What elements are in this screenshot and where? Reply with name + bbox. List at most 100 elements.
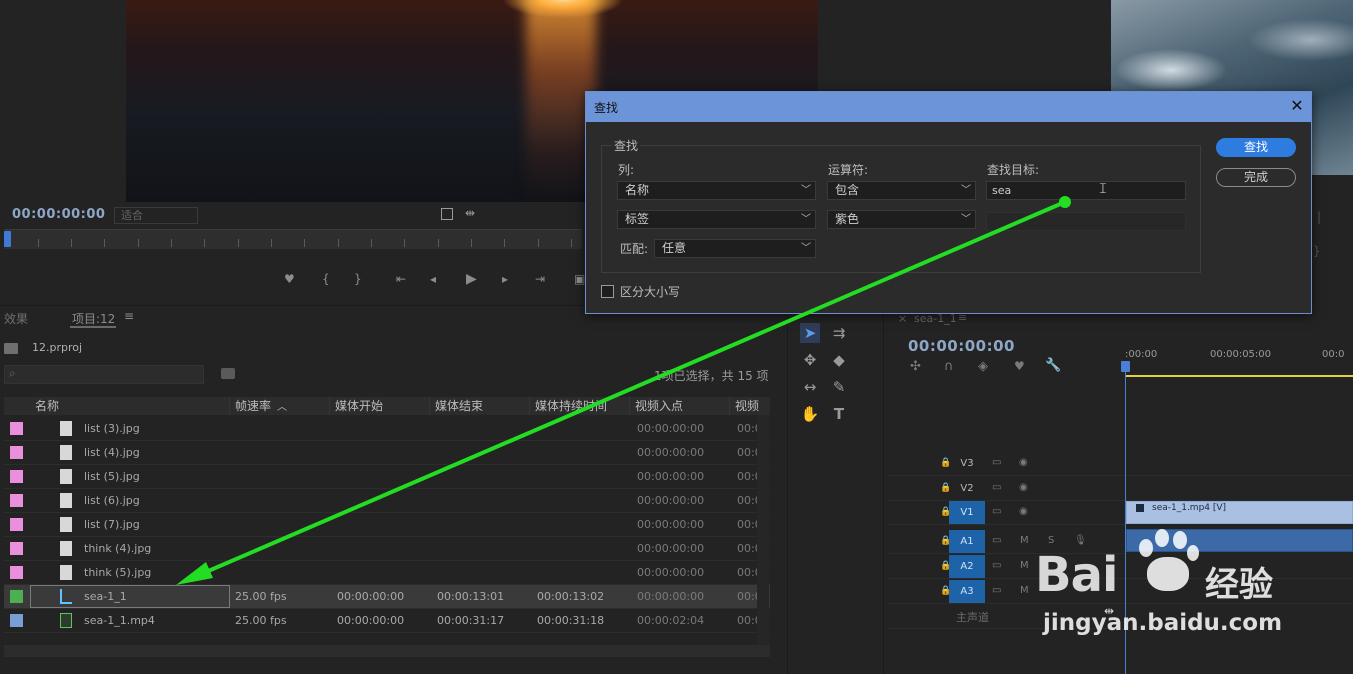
program-mark-out-icon[interactable]: } <box>1313 244 1321 258</box>
label-color-swatch[interactable] <box>10 470 23 483</box>
ripple-edit-tool-icon[interactable]: ✥ <box>800 350 820 370</box>
project-horizontal-scrollbar[interactable] <box>4 645 770 657</box>
insert-icon[interactable]: ▣ <box>574 272 585 286</box>
work-area-bar[interactable] <box>1125 375 1353 377</box>
col-header-fps[interactable]: 帧速率 ︿ <box>230 397 330 415</box>
type-tool-icon[interactable]: T <box>829 404 849 424</box>
label-color-swatch[interactable] <box>10 518 23 531</box>
sync-lock-icon[interactable]: ▭ <box>992 457 1001 468</box>
dialog-titlebar[interactable]: 查找 ✕ <box>586 92 1311 122</box>
label-color-swatch[interactable] <box>10 422 23 435</box>
project-item-row[interactable]: think (5).jpg 00:00:00:00 00:0 <box>4 561 770 585</box>
column-select-2[interactable]: 标签 ﹀ <box>617 210 816 229</box>
mark-in-icon[interactable]: { <box>322 272 330 286</box>
label-color-swatch[interactable] <box>10 614 23 627</box>
project-item-row[interactable]: sea-1_1.mp4 25.00 fps 00:00:00:00 00:00:31:… <box>4 609 770 633</box>
mute-icon[interactable]: M <box>1020 585 1029 596</box>
sync-lock-icon[interactable]: ▭ <box>992 535 1001 546</box>
play-icon[interactable]: ▶ <box>466 271 477 287</box>
go-to-in-icon[interactable]: ⇤ <box>396 272 406 286</box>
pen-tool-icon[interactable]: ✎ <box>829 377 849 397</box>
find-target-input-1[interactable]: sea <box>986 181 1186 200</box>
label-color-swatch[interactable] <box>10 590 23 603</box>
razor-tool-icon[interactable]: ◆ <box>829 350 849 370</box>
project-item-row[interactable]: list (3).jpg 00:00:00:00 00:0 <box>4 417 770 441</box>
slip-tool-icon[interactable]: ↔ <box>800 377 820 397</box>
eye-icon[interactable]: ◉ <box>1019 506 1028 517</box>
col-header-video-in[interactable]: 视频入点 <box>630 397 730 415</box>
col-header-media-end[interactable]: 媒体结束 <box>430 397 530 415</box>
hand-tool-icon[interactable]: ✋ <box>800 404 820 424</box>
column-select-1[interactable]: 名称 ﹀ <box>617 181 816 200</box>
sync-lock-icon[interactable]: ▭ <box>992 482 1001 493</box>
step-forward-icon[interactable]: ▸ <box>502 272 508 286</box>
nest-icon[interactable]: ✣ <box>910 359 921 374</box>
project-item-row[interactable]: list (5).jpg 00:00:00:00 00:0 <box>4 465 770 489</box>
track-name-v2[interactable]: V2 <box>949 477 985 500</box>
selection-tool-icon[interactable]: ➤ <box>800 323 820 343</box>
new-bin-icon[interactable] <box>221 368 235 379</box>
project-item-row[interactable]: list (4).jpg 00:00:00:00 00:0 <box>4 441 770 465</box>
wrench-icon[interactable]: 🔧 <box>1045 358 1061 373</box>
label-color-swatch[interactable] <box>10 494 23 507</box>
eye-icon[interactable]: ◉ <box>1019 457 1028 468</box>
step-back-icon[interactable]: ◂ <box>430 272 436 286</box>
tab-project[interactable]: 项目:12 <box>72 310 115 327</box>
match-select[interactable]: 任意 ﹀ <box>654 239 816 258</box>
case-sensitive-label: 区分大小写 <box>620 285 681 299</box>
label-color-swatch[interactable] <box>10 446 23 459</box>
eye-icon[interactable]: ◉ <box>1019 482 1028 493</box>
item-name: sea-1_1.mp4 <box>84 614 155 627</box>
panel-menu-icon[interactable]: ≡ <box>124 309 134 323</box>
project-vertical-scrollbar[interactable] <box>757 415 769 645</box>
project-item-row[interactable]: list (6).jpg 00:00:00:00 00:0 <box>4 489 770 513</box>
track-name-v3[interactable]: V3 <box>949 452 985 475</box>
track-name-a1[interactable]: A1 <box>949 530 985 553</box>
find-button[interactable]: 查找 <box>1216 138 1296 157</box>
close-icon[interactable]: ✕ <box>1288 96 1306 116</box>
done-button[interactable]: 完成 <box>1216 168 1296 187</box>
marker-icon[interactable]: ♥ <box>284 272 295 286</box>
timeline-playhead[interactable] <box>1121 361 1130 372</box>
case-sensitive-checkbox[interactable] <box>601 285 614 298</box>
mute-icon[interactable]: M <box>1020 560 1029 571</box>
item-media-start: 00:00:00:00 <box>337 590 405 603</box>
sync-lock-icon[interactable]: ▭ <box>992 506 1001 517</box>
track-name-v1[interactable]: V1 <box>949 501 985 524</box>
sync-lock-icon[interactable]: ▭ <box>992 585 1001 596</box>
mark-out-icon[interactable]: } <box>354 272 362 286</box>
mute-icon[interactable]: M <box>1020 535 1029 546</box>
project-item-row[interactable]: list (7).jpg 00:00:00:00 00:0 <box>4 513 770 537</box>
track-lane-v2[interactable] <box>1126 477 1353 501</box>
col-header-name[interactable]: 名称 <box>30 397 230 415</box>
timeline-timecode[interactable]: 00:00:00:00 <box>908 337 1015 355</box>
target-label: 查找目标: <box>987 163 1040 177</box>
track-select-tool-icon[interactable]: ⇉ <box>829 323 849 343</box>
source-time-ruler[interactable] <box>4 229 582 249</box>
watermark-url: jingyan.baidu.com <box>1043 610 1283 636</box>
tab-effects[interactable]: 效果 <box>4 310 28 327</box>
drag-icon[interactable]: ⇹ <box>465 206 475 220</box>
label-color-swatch[interactable] <box>10 566 23 579</box>
image-file-icon <box>60 565 72 580</box>
add-marker-icon[interactable]: ♥ <box>1014 359 1025 373</box>
col-header-video-out[interactable]: 视频出 <box>730 397 770 415</box>
sync-lock-icon[interactable]: ▭ <box>992 560 1001 571</box>
linked-selection-icon[interactable]: ◈ <box>978 359 988 374</box>
col-header-media-duration[interactable]: 媒体持续时间 <box>530 397 630 415</box>
source-playhead[interactable] <box>4 231 11 247</box>
track-name-a2[interactable]: A2 <box>949 555 985 578</box>
operator-select-1[interactable]: 包含 ﹀ <box>827 181 976 200</box>
project-item-row[interactable]: think (4).jpg 00:00:00:00 00:0 <box>4 537 770 561</box>
film-icon[interactable] <box>441 208 453 220</box>
operator-select-2[interactable]: 紫色 ﹀ <box>827 210 976 229</box>
project-search-input[interactable]: ⌕ <box>4 365 204 384</box>
snap-icon[interactable]: ∩ <box>944 359 954 374</box>
label-color-swatch[interactable] <box>10 542 23 555</box>
track-name-a3[interactable]: A3 <box>949 580 985 603</box>
fit-dropdown[interactable]: 适合 <box>114 207 198 224</box>
go-to-out-icon[interactable]: ⇥ <box>535 272 545 286</box>
track-lane-v3[interactable] <box>1126 452 1353 476</box>
source-timecode[interactable]: 00:00:00:00 <box>12 207 105 222</box>
col-header-media-start[interactable]: 媒体开始 <box>330 397 430 415</box>
